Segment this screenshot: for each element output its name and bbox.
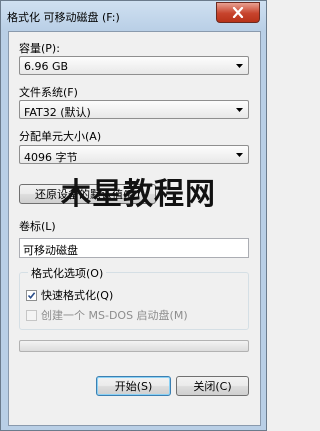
capacity-dropdown[interactable]: 6.96 GB [19,56,249,75]
filesystem-dropdown[interactable]: FAT32 (默认) [19,100,249,119]
close-button[interactable]: 关闭(C) [176,376,249,396]
chevron-down-icon [236,64,243,68]
quick-format-checkbox[interactable] [26,289,37,301]
start-button[interactable]: 开始(S) [96,376,171,396]
close-window-button[interactable] [216,2,260,23]
volume-label-value: 可移动磁盘 [23,244,78,257]
capacity-value: 6.96 GB [24,60,69,73]
format-dialog: 格式化 可移动磁盘 (F:) 容量(P): 6.96 GB 文件系统(F) FA… [0,0,267,431]
msdos-disk-label: 创建一个 MS-DOS 启动盘(M) [41,309,188,322]
allocation-dropdown[interactable]: 4096 字节 [19,145,249,164]
msdos-disk-option[interactable]: 创建一个 MS-DOS 启动盘(M) [26,307,188,323]
close-icon [232,7,244,18]
format-progress-bar [19,340,249,352]
capacity-label: 容量(P): [19,42,60,55]
checkmark-icon [27,291,36,299]
volume-label-input[interactable]: 可移动磁盘 [19,238,249,258]
allocation-value: 4096 字节 [24,151,78,164]
quick-format-label: 快速格式化(Q) [41,289,114,302]
title-bar[interactable]: 格式化 可移动磁盘 (F:) [1,1,266,31]
format-options-title: 格式化选项(O) [28,265,107,281]
quick-format-option[interactable]: 快速格式化(Q) [26,287,113,303]
dialog-body: 容量(P): 6.96 GB 文件系统(F) FAT32 (默认) 分配单元大小… [8,31,261,426]
chevron-down-icon [236,108,243,112]
volume-label: 卷标(L) [19,220,56,233]
allocation-label: 分配单元大小(A) [19,130,102,143]
format-options-group: 格式化选项(O) 快速格式化(Q) 创建一个 MS-DOS 启动盘(M) [19,265,249,330]
filesystem-label: 文件系统(F) [19,86,78,99]
chevron-down-icon [236,153,243,157]
filesystem-value: FAT32 (默认) [24,106,91,119]
watermark-text: 木星教程网 [61,177,216,212]
msdos-disk-checkbox[interactable] [26,309,37,321]
window-title: 格式化 可移动磁盘 (F:) [7,11,120,24]
